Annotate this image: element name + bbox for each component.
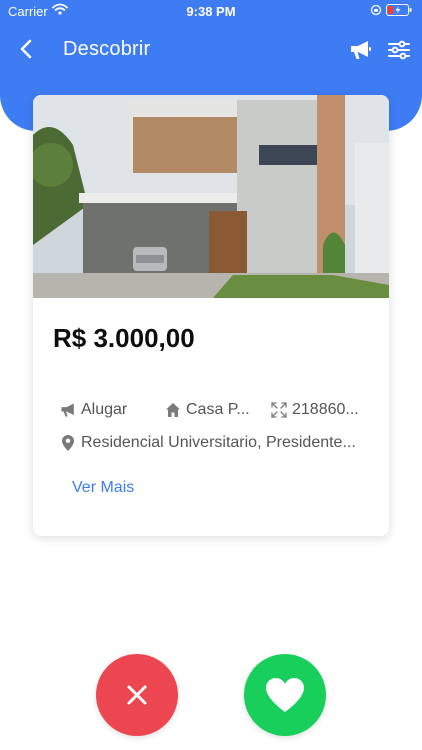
listing-price: R$ 3.000,00 — [53, 323, 195, 353]
chevron-left-icon — [20, 39, 32, 59]
see-more-link[interactable]: Ver Mais — [72, 479, 134, 497]
home-icon — [166, 403, 180, 417]
rotation-lock-icon — [370, 4, 382, 16]
listing-location-label: Residencial Universitario, Presidente... — [81, 434, 356, 451]
page-title: Descobrir — [63, 38, 151, 60]
back-button[interactable] — [14, 37, 38, 61]
like-button[interactable] — [244, 654, 326, 736]
listing-details-row: Alugar Casa P... 218860... — [33, 399, 389, 421]
expand-icon — [271, 402, 287, 418]
announce-button[interactable] — [347, 37, 373, 63]
listing-area: 218860... — [270, 399, 370, 421]
heart-icon — [266, 678, 304, 712]
filter-button[interactable] — [386, 37, 412, 63]
dislike-button[interactable] — [96, 654, 178, 736]
megaphone-icon — [61, 403, 74, 417]
close-icon — [127, 685, 147, 705]
property-photo — [33, 95, 389, 298]
listing-location-row: Residencial Universitario, Presidente... — [33, 432, 389, 454]
listing-category: Casa P... — [164, 399, 264, 421]
property-card[interactable]: R$ 3.000,00 Alugar Casa P... 218860... R… — [33, 95, 389, 536]
battery-icon — [386, 4, 412, 16]
location-pin-icon — [62, 435, 74, 451]
listing-type: Alugar — [59, 399, 159, 421]
megaphone-icon — [351, 41, 371, 59]
sliders-icon — [388, 40, 410, 60]
listing-type-label: Alugar — [81, 401, 128, 418]
listing-location: Residencial Universitario, Presidente... — [59, 432, 371, 454]
status-bar: Carrier 9:38 PM — [0, 0, 422, 22]
listing-category-label: Casa P... — [186, 401, 250, 418]
clock: 9:38 PM — [186, 4, 236, 19]
listing-area-label: 218860... — [292, 401, 359, 418]
status-indicators — [370, 4, 412, 16]
